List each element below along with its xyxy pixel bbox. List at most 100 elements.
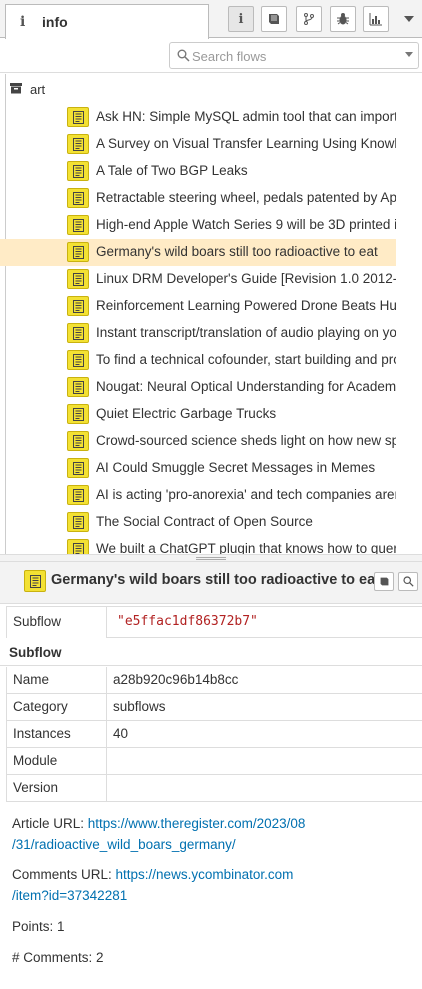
subflow-node-icon — [67, 269, 89, 289]
subflow-node-icon — [67, 404, 89, 424]
subflow-node-icon — [67, 188, 89, 208]
splitter-grip-icon — [196, 557, 226, 560]
tree-scrollbar[interactable] — [396, 74, 422, 554]
search-flows-box[interactable] — [169, 42, 419, 69]
flow-list-item[interactable]: Linux DRM Developer's Guide [Revision 1.… — [0, 266, 396, 293]
flow-list-item-label: We built a ChatGPT plugin that knows how… — [96, 541, 396, 554]
help-tab-button[interactable] — [261, 6, 287, 32]
search-dropdown-icon[interactable] — [405, 52, 413, 57]
comments-url-link[interactable]: https://news.ycombinator.com — [116, 867, 294, 882]
prop-row: Module — [6, 748, 422, 775]
flow-list-item-label: Germany's wild boars still too radioacti… — [96, 244, 378, 259]
flow-list-item[interactable]: Retractable steering wheel, pedals paten… — [0, 185, 396, 212]
prop-key: Subflow — [7, 607, 107, 638]
context-tab-button[interactable] — [296, 6, 322, 32]
prop-row: Version — [6, 775, 422, 802]
panel-splitter[interactable] — [0, 554, 422, 562]
subflow-node-icon — [67, 215, 89, 235]
subflow-node-icon — [67, 377, 89, 397]
tab-menu-button[interactable] — [398, 6, 420, 32]
subflow-node-icon — [67, 323, 89, 343]
chevron-down-icon — [404, 16, 414, 22]
subflow-node-icon — [67, 134, 89, 154]
article-url-line: Article URL: https://www.theregister.com… — [12, 813, 412, 855]
article-url-link-cont[interactable]: /31/radioactive_wild_boars_germany/ — [12, 837, 236, 852]
sidebar-tab-bar: i info i — [0, 0, 422, 39]
flow-list-item-label: AI is acting 'pro-anorexia' and tech com… — [96, 487, 396, 502]
chart-icon — [369, 13, 382, 26]
points-text: Points: 1 — [12, 919, 65, 934]
prop-key: Module — [7, 748, 107, 774]
subflow-node-icon — [24, 570, 46, 592]
folder-icon — [10, 83, 22, 94]
flow-list-item[interactable]: Reinforcement Learning Powered Drone Bea… — [0, 293, 396, 320]
show-help-button[interactable] — [374, 572, 394, 591]
flow-list-item[interactable]: The Social Contract of Open Source — [0, 509, 396, 536]
prop-value: a28b920c96b14b8cc — [113, 672, 239, 687]
flow-list-item-label: The Social Contract of Open Source — [96, 514, 313, 529]
tab-info-label: info — [42, 14, 68, 30]
info-icon: i — [20, 14, 26, 30]
flow-list-item[interactable]: Nougat: Neural Optical Understanding for… — [0, 374, 396, 401]
flow-list-item-label: Retractable steering wheel, pedals paten… — [96, 190, 396, 205]
search-input[interactable] — [192, 46, 392, 66]
flow-list-item[interactable]: We built a ChatGPT plugin that knows how… — [0, 536, 396, 554]
prop-key: Instances — [7, 721, 107, 747]
flow-list-item-label: Quiet Electric Garbage Trucks — [96, 406, 277, 421]
subflow-node-icon — [67, 296, 89, 316]
flow-list-item[interactable]: Quiet Electric Garbage Trucks — [0, 401, 396, 428]
detail-title: Germany's wild boars still too radioacti… — [51, 572, 380, 588]
flow-list-item-label: Reinforcement Learning Powered Drone Bea… — [96, 298, 396, 313]
flow-list-item[interactable]: AI is acting 'pro-anorexia' and tech com… — [0, 482, 396, 509]
flow-list-item[interactable]: Ask HN: Simple MySQL admin tool that can… — [0, 104, 396, 131]
flow-list-item[interactable]: To find a technical cofounder, start bui… — [0, 347, 396, 374]
flow-list-item-label: Ask HN: Simple MySQL admin tool that can… — [96, 109, 396, 124]
flow-list-item-label: To find a technical cofounder, start bui… — [96, 352, 396, 367]
flow-list-item[interactable]: A Tale of Two BGP Leaks — [0, 158, 396, 185]
prop-row-subflow-id: Subflow "e5ffac1df86372b7" — [6, 606, 422, 638]
subflow-node-icon — [67, 350, 89, 370]
comments-count-text: # Comments: 2 — [12, 950, 104, 965]
reveal-node-button[interactable] — [398, 572, 418, 591]
tab-info[interactable]: i info — [5, 4, 209, 39]
debug-tab-button[interactable] — [330, 6, 356, 32]
flow-list-item[interactable]: AI Could Smuggle Secret Messages in Meme… — [0, 455, 396, 482]
article-url-link[interactable]: https://www.theregister.com/2023/08 — [88, 816, 306, 831]
subflow-node-icon — [67, 431, 89, 451]
detail-header: Germany's wild boars still too radioacti… — [0, 562, 422, 604]
prop-row: Category subflows — [6, 694, 422, 721]
flow-list-item[interactable]: Instant transcript/translation of audio … — [0, 320, 396, 347]
prop-key: Version — [7, 775, 107, 801]
flow-list-item-label: Nougat: Neural Optical Understanding for… — [96, 379, 396, 394]
flow-list-item[interactable]: High-end Apple Watch Series 9 will be 3D… — [0, 212, 396, 239]
prop-row: Instances 40 — [6, 721, 422, 748]
book-icon — [269, 14, 279, 24]
subflow-node-icon — [67, 485, 89, 505]
dashboard-tab-button[interactable] — [363, 6, 389, 32]
folder-art[interactable]: art … — [0, 76, 422, 102]
subflow-node-icon — [67, 458, 89, 478]
flow-list-item[interactable]: Crowd-sourced science sheds light on how… — [0, 428, 396, 455]
search-icon — [402, 576, 414, 587]
flow-tree: art … Ask HN: Simple MySQL admin tool th… — [0, 74, 422, 554]
subflow-node-icon — [67, 242, 89, 262]
flow-list-item[interactable]: A Survey on Visual Transfer Learning Usi… — [0, 131, 396, 158]
info-tab-button[interactable]: i — [228, 6, 254, 32]
search-row — [0, 39, 422, 73]
flow-list-item-label: High-end Apple Watch Series 9 will be 3D… — [96, 217, 396, 232]
branch-icon — [304, 13, 314, 25]
comments-url-link-cont[interactable]: /item?id=37342281 — [12, 888, 127, 903]
info-icon: i — [238, 11, 244, 27]
prop-row: Name a28b920c96b14b8cc — [6, 667, 422, 694]
flow-list-item-label: Instant transcript/translation of audio … — [96, 325, 396, 340]
book-icon — [380, 577, 388, 586]
bug-icon — [337, 13, 349, 25]
subflow-node-icon — [67, 161, 89, 181]
flow-list-item-label: Crowd-sourced science sheds light on how… — [96, 433, 396, 448]
flow-list-item-label: Linux DRM Developer's Guide [Revision 1.… — [96, 271, 396, 286]
comments-url-label: Comments URL: — [12, 867, 116, 882]
subflow-id-value[interactable]: "e5ffac1df86372b7" — [117, 614, 258, 629]
section-title-subflow: Subflow — [0, 639, 422, 666]
subflow-node-icon — [67, 539, 89, 554]
flow-list-item[interactable]: Germany's wild boars still too radioacti… — [0, 239, 396, 266]
